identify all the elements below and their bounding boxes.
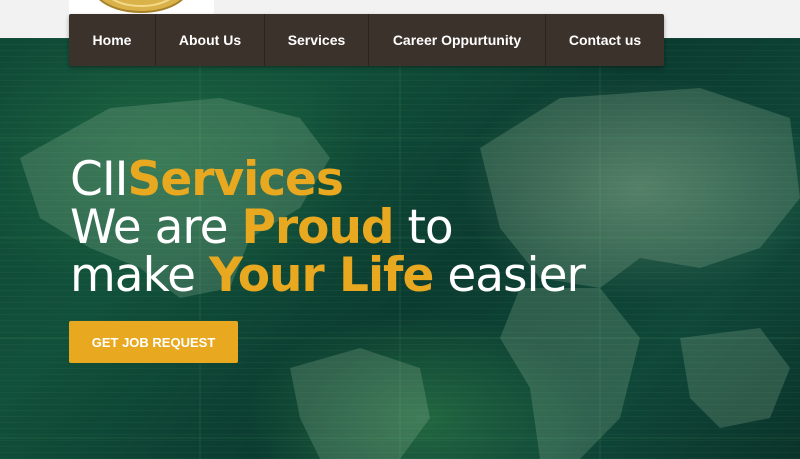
headline-line-1: CIIServices bbox=[70, 156, 585, 204]
nav-item-services[interactable]: Services bbox=[265, 14, 369, 66]
nav-item-career-opportunity[interactable]: Career Oppurtunity bbox=[369, 14, 546, 66]
company-seal-logo-icon bbox=[99, 0, 183, 13]
hero-headline: CIIServices We are Proud to make Your Li… bbox=[70, 156, 586, 300]
headline-brand-accent: Services bbox=[127, 152, 344, 207]
headline-line-3: make Your Life easier bbox=[70, 252, 586, 300]
nav-item-contact-us[interactable]: Contact us bbox=[546, 14, 664, 66]
headline-line-2: We are Proud to bbox=[70, 204, 585, 252]
headline-accent: Proud bbox=[241, 200, 395, 255]
headline-brand: CII bbox=[70, 152, 129, 207]
headline-text: We are bbox=[70, 200, 242, 255]
headline-text: to bbox=[393, 200, 454, 255]
get-job-request-button[interactable]: GET JOB REQUEST bbox=[69, 321, 238, 363]
headline-accent: Your Life bbox=[208, 248, 434, 303]
nav-item-about-us[interactable]: About Us bbox=[156, 14, 265, 66]
headline-text: easier bbox=[433, 248, 586, 303]
main-navigation: Home About Us Services Career Oppurtunit… bbox=[69, 14, 664, 66]
headline-text: make bbox=[70, 248, 209, 303]
nav-item-home[interactable]: Home bbox=[69, 14, 156, 66]
logo[interactable] bbox=[69, 0, 214, 14]
